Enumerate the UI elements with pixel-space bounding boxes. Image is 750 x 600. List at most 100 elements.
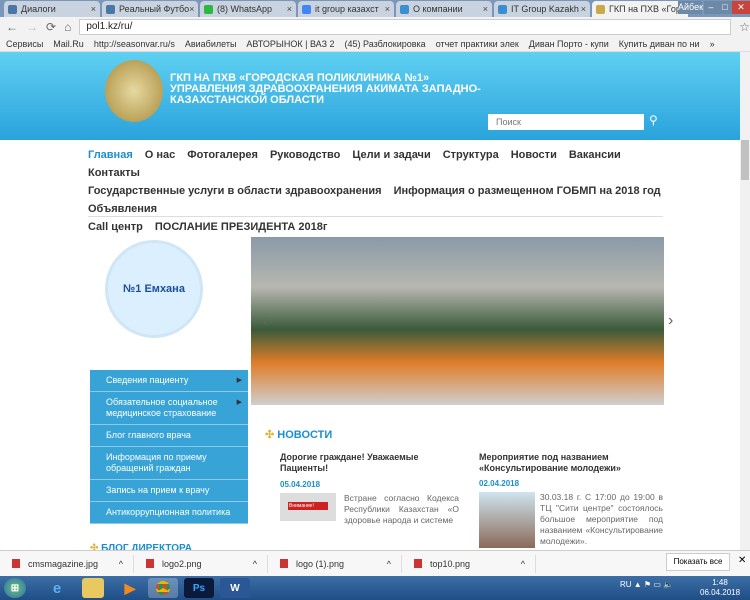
sidebar-item[interactable]: Антикоррупционная политика (90, 502, 248, 524)
favicon-icon (302, 4, 311, 14)
sidebar-item[interactable]: Запись на прием к врачу (90, 480, 248, 502)
favicon-icon (106, 4, 115, 14)
nav-item[interactable]: Цели и задачи (352, 146, 430, 164)
tab-close-icon[interactable]: × (483, 4, 488, 14)
download-menu-icon[interactable]: ^ (387, 559, 391, 569)
download-menu-icon[interactable]: ^ (521, 559, 525, 569)
bookmark-item[interactable]: Сервисы (6, 39, 43, 49)
clock[interactable]: 1:48 06.04.2018 (700, 578, 740, 598)
download-item[interactable]: top10.png ^ (402, 554, 536, 573)
download-filename: logo (1).png (296, 558, 345, 569)
tab-strip: Диалоги × Реальный Футбо × (8) WhatsApp × it g… (0, 0, 750, 17)
nav-item[interactable]: Новости (511, 146, 557, 164)
tab-close-icon[interactable]: × (581, 4, 586, 14)
tab-label: (8) WhatsApp (217, 4, 273, 14)
sidebar-item[interactable]: Сведения пациенту ▶ (90, 370, 248, 392)
bookmark-item[interactable]: Диван Порто - купи (529, 39, 609, 49)
download-filename: logo2.png (162, 558, 202, 569)
tab-2[interactable]: (8) WhatsApp × (200, 1, 296, 17)
url-bar[interactable]: pol1.kz/ru/ (79, 19, 732, 35)
news-item: Дорогие граждане! Уважаемые Пациенты! 05… (280, 452, 460, 526)
site-title[interactable]: ГКП НА ПХВ «ГОРОДСКАЯ ПОЛИКЛИНИКА №1» УП… (170, 73, 481, 106)
nav-item[interactable]: Вакансии (569, 146, 621, 164)
nav-item[interactable]: ПОСЛАНИЕ ПРЕЗИДЕНТА 2018г (155, 218, 328, 236)
sidebar-item[interactable]: Блог главного врача (90, 425, 248, 447)
download-menu-icon[interactable]: ^ (253, 559, 257, 569)
sidebar-item[interactable]: Информация по приему обращений граждан (90, 447, 248, 480)
clinic-logo: №1 Емхана (105, 240, 203, 338)
nav-item[interactable]: О нас (145, 146, 176, 164)
download-item[interactable]: logo2.png ^ (134, 554, 268, 573)
download-filename: top10.png (430, 558, 471, 569)
tab-5[interactable]: IT Group Kazakh × (494, 1, 590, 17)
search-input[interactable] (488, 114, 644, 130)
nav-item[interactable]: Структура (443, 146, 499, 164)
slider-prev-icon[interactable]: ‹ (262, 312, 267, 330)
nav-item[interactable]: Руководство (270, 146, 340, 164)
nav-item[interactable]: Фотогалерея (187, 146, 258, 164)
file-icon (12, 559, 20, 568)
back-icon[interactable]: ← (6, 20, 18, 34)
close-window-button[interactable]: ✕ (732, 1, 750, 14)
news-date: 02.04.2018 (479, 479, 520, 488)
tab-4[interactable]: О компании × (396, 1, 492, 17)
bookmark-item[interactable]: http://seasonvar.ru/s (94, 39, 175, 49)
nav-item[interactable]: Call центр (88, 218, 143, 236)
tab-close-icon[interactable]: × (189, 4, 194, 14)
maximize-button[interactable]: □ (718, 1, 732, 14)
bookmark-item[interactable]: Mail.Ru (53, 39, 84, 49)
ornament-icon: ✣ (265, 429, 278, 441)
tab-label: it group казахст (315, 4, 379, 14)
word-icon[interactable]: W (220, 578, 250, 598)
profile-button[interactable]: Айбек (678, 1, 703, 14)
tab-0[interactable]: Диалоги × (4, 1, 100, 17)
tab-1[interactable]: Реальный Футбо × (102, 1, 198, 17)
search-icon[interactable]: ⚲ (649, 113, 658, 127)
tab-close-icon[interactable]: × (287, 4, 292, 14)
tab-label: IT Group Kazakh (511, 4, 579, 14)
chrome-icon[interactable] (148, 578, 178, 598)
bookmarks-more[interactable]: » (710, 39, 715, 49)
close-downloads-icon[interactable]: ✕ (738, 555, 746, 566)
ie-icon[interactable]: e (42, 578, 72, 598)
favicon-icon (204, 4, 213, 14)
news-image[interactable] (479, 492, 535, 548)
news-image[interactable]: Внимание! (280, 493, 336, 521)
scrollbar[interactable] (740, 52, 750, 550)
tab-3[interactable]: it group казахст × (298, 1, 394, 17)
tab-close-icon[interactable]: × (91, 4, 96, 14)
home-icon[interactable]: ⌂ (64, 20, 71, 34)
nav-item[interactable]: Главная (88, 146, 133, 164)
show-all-button[interactable]: Показать все (666, 553, 730, 571)
news-title[interactable]: Дорогие граждане! Уважаемые Пациенты! (280, 452, 460, 474)
tab-6[interactable]: ГКП на ПХВ «Гор× (592, 1, 688, 17)
bookmark-item[interactable]: Купить диван по ни (619, 39, 700, 49)
download-item[interactable]: cmsmagazine.jpg ^ (0, 554, 134, 573)
bookmark-item[interactable]: Авиабилеты (185, 39, 237, 49)
scrollbar-thumb[interactable] (741, 140, 749, 180)
photo-slider[interactable] (251, 237, 664, 405)
sidebar-item[interactable]: Обязательное социальное медицинское стра… (90, 392, 248, 425)
media-player-icon[interactable]: ▶ (115, 578, 145, 598)
download-item[interactable]: logo (1).png ^ (268, 554, 402, 573)
bookmark-item[interactable]: отчет практики элек (436, 39, 519, 49)
bookmark-item[interactable]: АВТОРЫНОК | ВАЗ 2 (246, 39, 334, 49)
bookmark-star-icon[interactable]: ☆ (739, 20, 750, 34)
language-indicator[interactable]: RU (620, 580, 632, 589)
nav-item[interactable]: Контакты (88, 164, 140, 182)
slider-next-icon[interactable]: › (668, 312, 673, 330)
nav-item[interactable]: Информация о размещенном ГОБМП на 2018 г… (394, 182, 661, 200)
photoshop-icon[interactable]: Ps (184, 578, 214, 598)
news-title[interactable]: Мероприятие под названием «Консультирова… (479, 452, 663, 474)
start-button[interactable]: ⊞ (4, 578, 26, 598)
downloads-bar: cmsmagazine.jpg ^ logo2.png ^ logo (1).png ^ t… (0, 550, 750, 576)
forward-icon[interactable]: → (26, 20, 38, 34)
bookmark-item[interactable]: (45) Разблокировка (345, 39, 426, 49)
nav-item[interactable]: Государственные услуги в области здравоо… (88, 182, 382, 200)
system-tray: RU ▲ ⚑ ▭ 🔈 (620, 580, 674, 589)
reload-icon[interactable]: ⟳ (46, 20, 56, 34)
tab-close-icon[interactable]: × (385, 4, 390, 14)
download-menu-icon[interactable]: ^ (119, 559, 123, 569)
minimize-button[interactable]: – (704, 1, 718, 14)
explorer-icon[interactable] (82, 578, 104, 598)
